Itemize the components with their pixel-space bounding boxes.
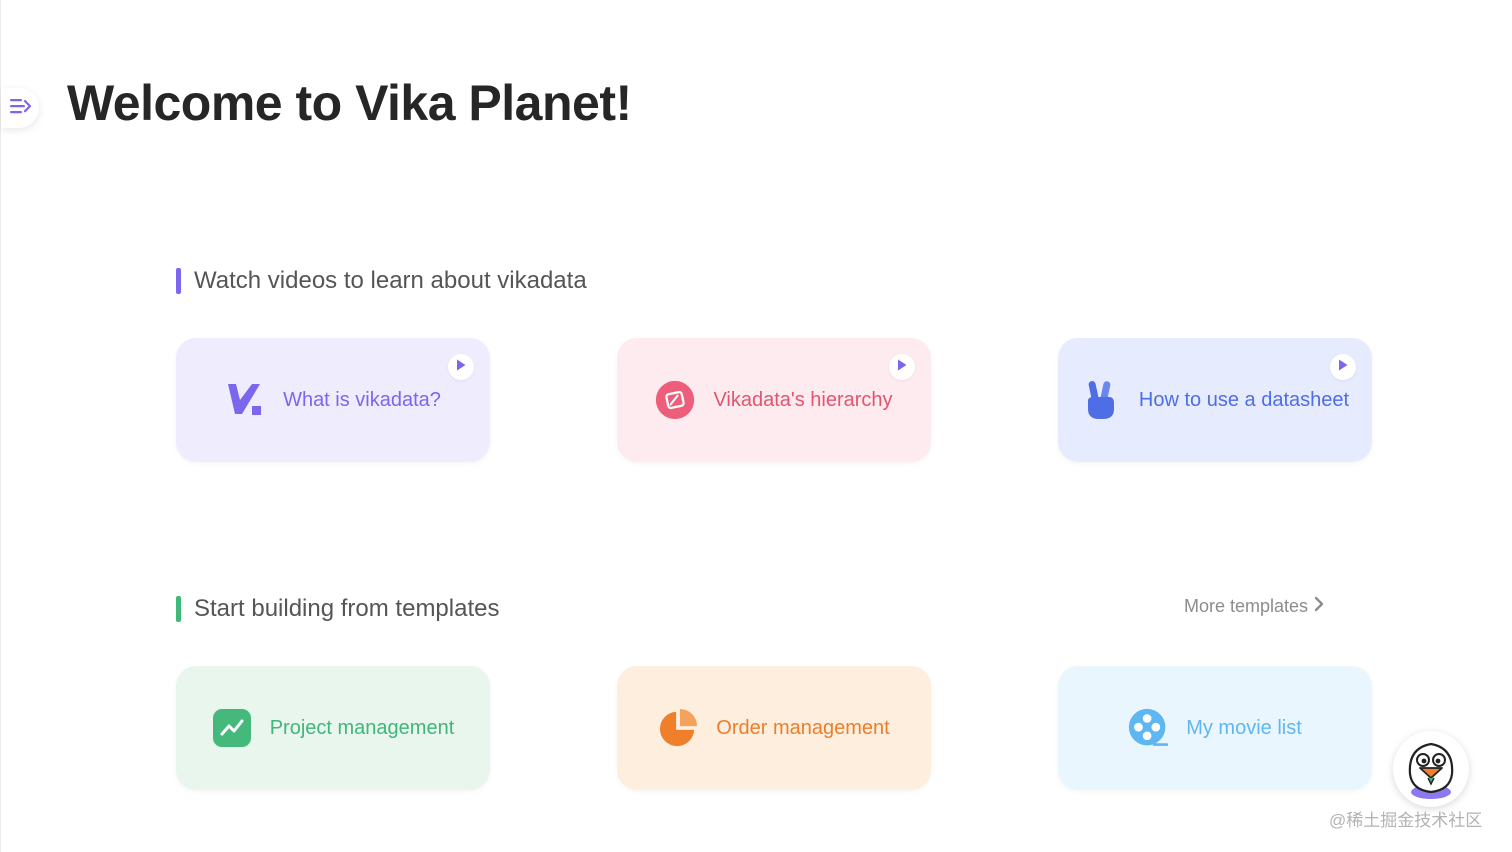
menu-expand-icon <box>9 97 32 120</box>
more-templates-label: More templates <box>1184 596 1309 616</box>
templates-section-header: Start building from templates <box>176 594 499 624</box>
compass-icon <box>655 380 695 420</box>
play-button[interactable] <box>889 354 915 380</box>
template-card-label: Order management <box>716 716 890 739</box>
video-card-label: What is vikadata? <box>283 388 441 411</box>
play-icon <box>456 358 466 376</box>
video-card-datasheet[interactable]: How to use a datasheet <box>1058 338 1372 462</box>
peace-hand-icon <box>1081 380 1121 420</box>
template-card-order-management[interactable]: Order management <box>617 666 931 790</box>
page: Welcome to Vika Planet! Watch videos to … <box>0 0 1512 852</box>
section-accent-bar <box>176 268 181 294</box>
film-reel-icon <box>1128 708 1169 748</box>
play-icon <box>897 358 907 376</box>
chevron-right-icon <box>1308 596 1324 617</box>
trend-chart-icon <box>212 708 252 748</box>
video-card-what-is-vikadata[interactable]: What is vikadata? <box>176 338 490 462</box>
watermark: @稀土掘金技术社区 <box>1329 811 1483 830</box>
template-card-project-management[interactable]: Project management <box>176 666 490 790</box>
template-card-movie-list[interactable]: My movie list <box>1058 666 1372 790</box>
templates-section-title: Start building from templates <box>194 595 500 622</box>
template-card-label: Project management <box>269 716 455 739</box>
mascot-helper-button[interactable] <box>1393 731 1469 807</box>
mascot-avatar-icon <box>1398 734 1464 805</box>
sidebar-toggle-button[interactable] <box>1 88 39 128</box>
pie-chart-icon <box>658 708 698 748</box>
vika-logo-icon <box>225 380 265 420</box>
play-icon <box>1338 358 1348 376</box>
template-card-label: My movie list <box>1186 716 1302 739</box>
more-templates-link[interactable]: More templates <box>1184 596 1324 617</box>
play-button[interactable] <box>448 354 474 380</box>
page-title: Welcome to Vika Planet! <box>67 75 632 131</box>
video-card-label: Vikadata's hierarchy <box>713 388 893 411</box>
video-card-label: How to use a datasheet <box>1138 388 1350 411</box>
videos-section-title: Watch videos to learn about vikadata <box>194 267 587 294</box>
play-button[interactable] <box>1330 354 1356 380</box>
video-card-hierarchy[interactable]: Vikadata's hierarchy <box>617 338 931 462</box>
section-accent-bar <box>176 596 181 622</box>
videos-section-header: Watch videos to learn about vikadata <box>176 266 587 296</box>
